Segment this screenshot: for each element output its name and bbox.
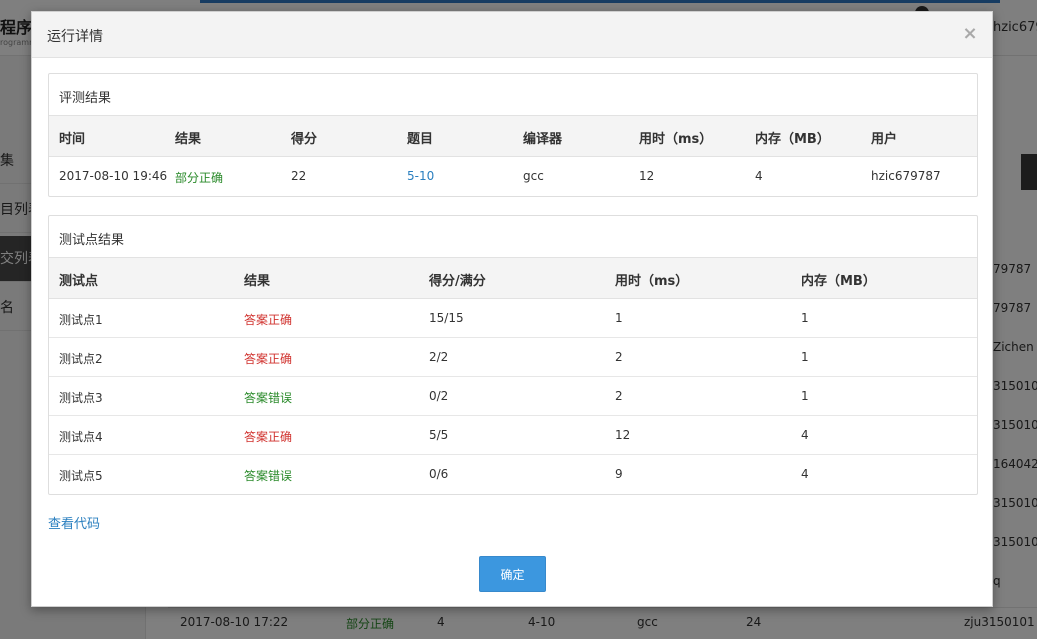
problem-link[interactable]: 5-10 — [407, 169, 434, 183]
column-header-score: 得分/满分 — [429, 274, 486, 289]
column-header-time-ms: 用时（ms） — [639, 132, 713, 147]
memory-cell: 1 — [801, 350, 809, 364]
table-row: 测试点1 答案正确 15/15 1 1 — [49, 299, 977, 338]
result-cell: 答案正确 — [244, 430, 293, 444]
result-cell: 答案正确 — [244, 313, 293, 327]
view-code-link[interactable]: 查看代码 — [48, 513, 100, 532]
case-cell: 测试点1 — [59, 313, 103, 327]
memory-cell: 4 — [801, 428, 809, 442]
score-cell: 5/5 — [429, 428, 449, 442]
compiler-cell: gcc — [523, 169, 544, 183]
dialog-header: 运行详情 × — [32, 12, 992, 58]
table-row: 测试点5 答案错误 0/6 9 4 — [49, 455, 977, 494]
table-row: 2017-08-10 19:46 部分正确 22 5-10 gcc 12 4 h… — [49, 157, 977, 196]
column-header-user: 用户 — [871, 132, 898, 147]
memory-cell: 4 — [801, 467, 809, 481]
score-cell: 15/15 — [429, 311, 464, 325]
panel-title: 评测结果 — [59, 91, 112, 106]
column-header-score: 得分 — [291, 132, 318, 147]
run-details-dialog: 运行详情 × 评测结果 时间 结果 得分 题目 编译器 用时（ms） 内存（MB… — [31, 11, 993, 607]
case-cell: 测试点5 — [59, 469, 103, 483]
column-header-memory: 内存（MB） — [755, 132, 830, 147]
memory-cell: 1 — [801, 389, 809, 403]
result-cell: 答案错误 — [244, 469, 293, 483]
test-case-results-panel: 测试点结果 测试点 结果 得分/满分 用时（ms） 内存（MB） 测试点1 答案… — [48, 215, 978, 495]
memory-cell: 1 — [801, 311, 809, 325]
time-ms-cell: 2 — [615, 389, 623, 403]
time-ms-cell: 12 — [639, 169, 655, 183]
time-cell: 2017-08-10 19:46 — [59, 169, 168, 183]
score-cell: 22 — [291, 169, 307, 183]
column-header-time: 时间 — [59, 132, 86, 147]
table-header: 时间 结果 得分 题目 编译器 用时（ms） 内存（MB） 用户 — [49, 115, 977, 157]
dialog-title: 运行详情 — [47, 29, 103, 45]
memory-cell: 4 — [755, 169, 763, 183]
table-row: 测试点3 答案错误 0/2 2 1 — [49, 377, 977, 416]
score-cell: 0/2 — [429, 389, 449, 403]
confirm-button[interactable]: 确定 — [479, 556, 546, 592]
case-cell: 测试点4 — [59, 430, 103, 444]
case-cell: 测试点3 — [59, 391, 103, 405]
result-cell: 答案错误 — [244, 391, 293, 405]
column-header-time-ms: 用时（ms） — [615, 274, 689, 289]
column-header-result: 结果 — [175, 132, 202, 147]
time-ms-cell: 1 — [615, 311, 623, 325]
column-header-case: 测试点 — [59, 274, 99, 289]
time-ms-cell: 12 — [615, 428, 631, 442]
time-ms-cell: 2 — [615, 350, 623, 364]
time-ms-cell: 9 — [615, 467, 623, 481]
case-cell: 测试点2 — [59, 352, 103, 366]
column-header-problem: 题目 — [407, 132, 434, 147]
result-cell: 答案正确 — [244, 352, 293, 366]
close-icon[interactable]: × — [962, 24, 978, 44]
column-header-compiler: 编译器 — [523, 132, 563, 147]
result-cell: 部分正确 — [175, 171, 224, 185]
table-row: 测试点4 答案正确 5/5 12 4 — [49, 416, 977, 455]
column-header-result: 结果 — [244, 274, 271, 289]
score-cell: 0/6 — [429, 467, 449, 481]
table-header: 测试点 结果 得分/满分 用时（ms） 内存（MB） — [49, 257, 977, 299]
panel-title: 测试点结果 — [59, 233, 125, 248]
table-row: 测试点2 答案正确 2/2 2 1 — [49, 338, 977, 377]
column-header-memory: 内存（MB） — [801, 274, 876, 289]
judge-result-panel: 评测结果 时间 结果 得分 题目 编译器 用时（ms） 内存（MB） 用户 20… — [48, 73, 978, 197]
score-cell: 2/2 — [429, 350, 449, 364]
user-cell: hzic679787 — [871, 169, 941, 183]
